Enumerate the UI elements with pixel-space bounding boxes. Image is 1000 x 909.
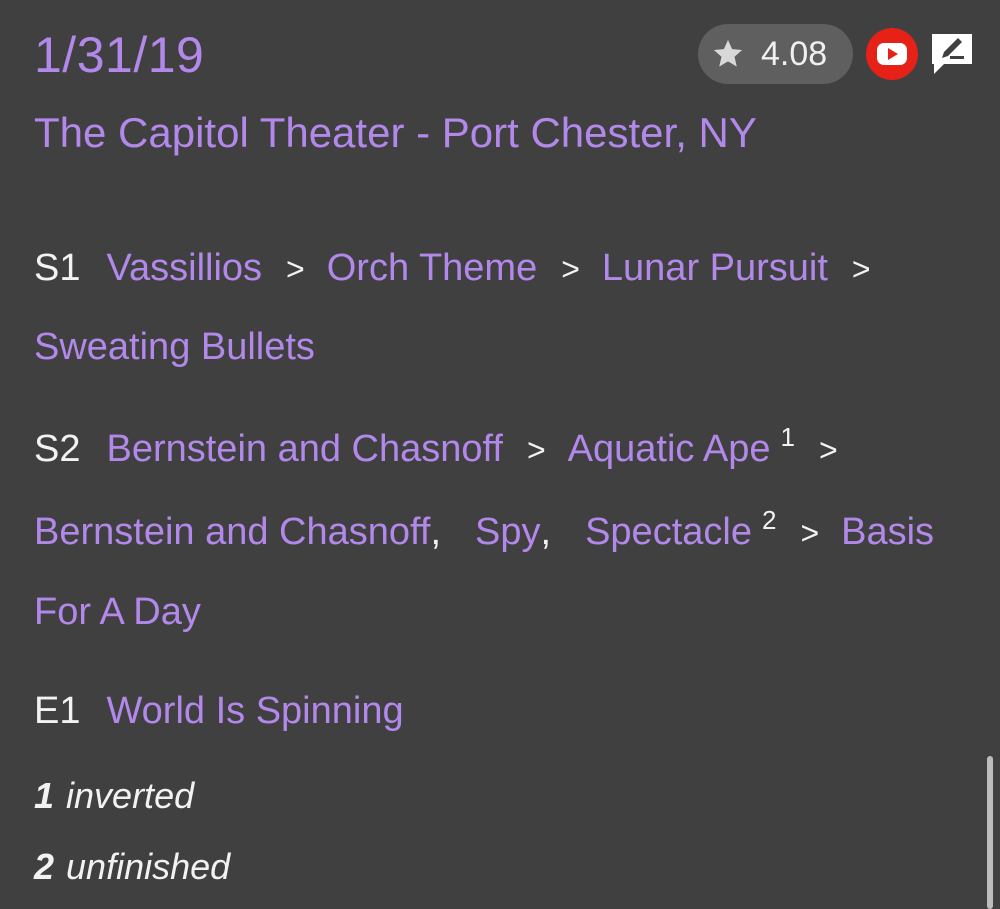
youtube-icon[interactable] [866,28,918,80]
footnote: 2 unfinished [34,844,230,890]
song-link[interactable]: Basis [841,507,934,557]
segue-arrow: > [561,251,580,287]
scrollbar[interactable] [987,756,993,909]
set-label-s1: S1 [34,247,81,289]
song-link[interactable]: Bernstein and Chasnoff [34,507,430,557]
rating-badge[interactable]: 4.08 [698,24,853,84]
segue-arrow: > [800,515,820,551]
show-detail-page: 1/31/19 4.08 The Capitol Theater - Port … [0,0,1000,909]
edit-review-icon[interactable] [928,32,976,76]
song-link[interactable]: For A Day [34,587,201,637]
song-separator: , [540,511,552,553]
song-link[interactable]: Aquatic Ape [568,424,771,474]
segue-arrow: > [286,251,305,287]
song-link[interactable]: Lunar Pursuit [602,243,828,293]
footnote-text: unfinished [66,846,231,887]
song-separator: , [430,511,442,553]
segue-arrow: > [851,251,871,287]
setlist-line: Sweating Bullets [34,322,315,372]
song-link[interactable]: Sweating Bullets [34,322,315,372]
set-label-s2: S2 [34,428,81,470]
song-link[interactable]: Orch Theme [327,243,537,293]
footnote-text: inverted [66,775,195,816]
setlist-line: E1 World Is Spinning [34,686,404,736]
show-date: 1/31/19 [34,27,205,83]
star-icon [713,39,743,67]
footnote-number: 1 [34,775,55,816]
setlist-line: Bernstein and Chasnoff, Spy, Spectacle 2 > Ba… [34,505,934,558]
song-link[interactable]: Vassillios [106,243,262,293]
setlist-line: For A Day [34,587,201,637]
song-link[interactable]: World Is Spinning [106,686,403,736]
segue-arrow: > [526,432,546,468]
song-link[interactable]: Spectacle [585,507,752,557]
footnote-marker: 1 [780,422,795,452]
setlist-line: S2 Bernstein and Chasnoff > Aquatic Ape 1 > [34,422,860,475]
footnote-number: 2 [34,846,55,887]
footnote: 1 inverted [34,773,194,819]
rating-value: 4.08 [761,35,828,73]
footnote-marker: 2 [761,505,777,535]
set-label-e1: E1 [34,690,81,732]
segue-arrow: > [818,432,838,468]
setlist-line: S1 Vassillios > Orch Theme > Lunar Pursuit > [34,243,893,294]
song-link[interactable]: Bernstein and Chasnoff [106,424,502,474]
venue-link[interactable]: The Capitol Theater - Port Chester, NY [34,106,757,160]
song-link[interactable]: Spy [475,507,540,557]
